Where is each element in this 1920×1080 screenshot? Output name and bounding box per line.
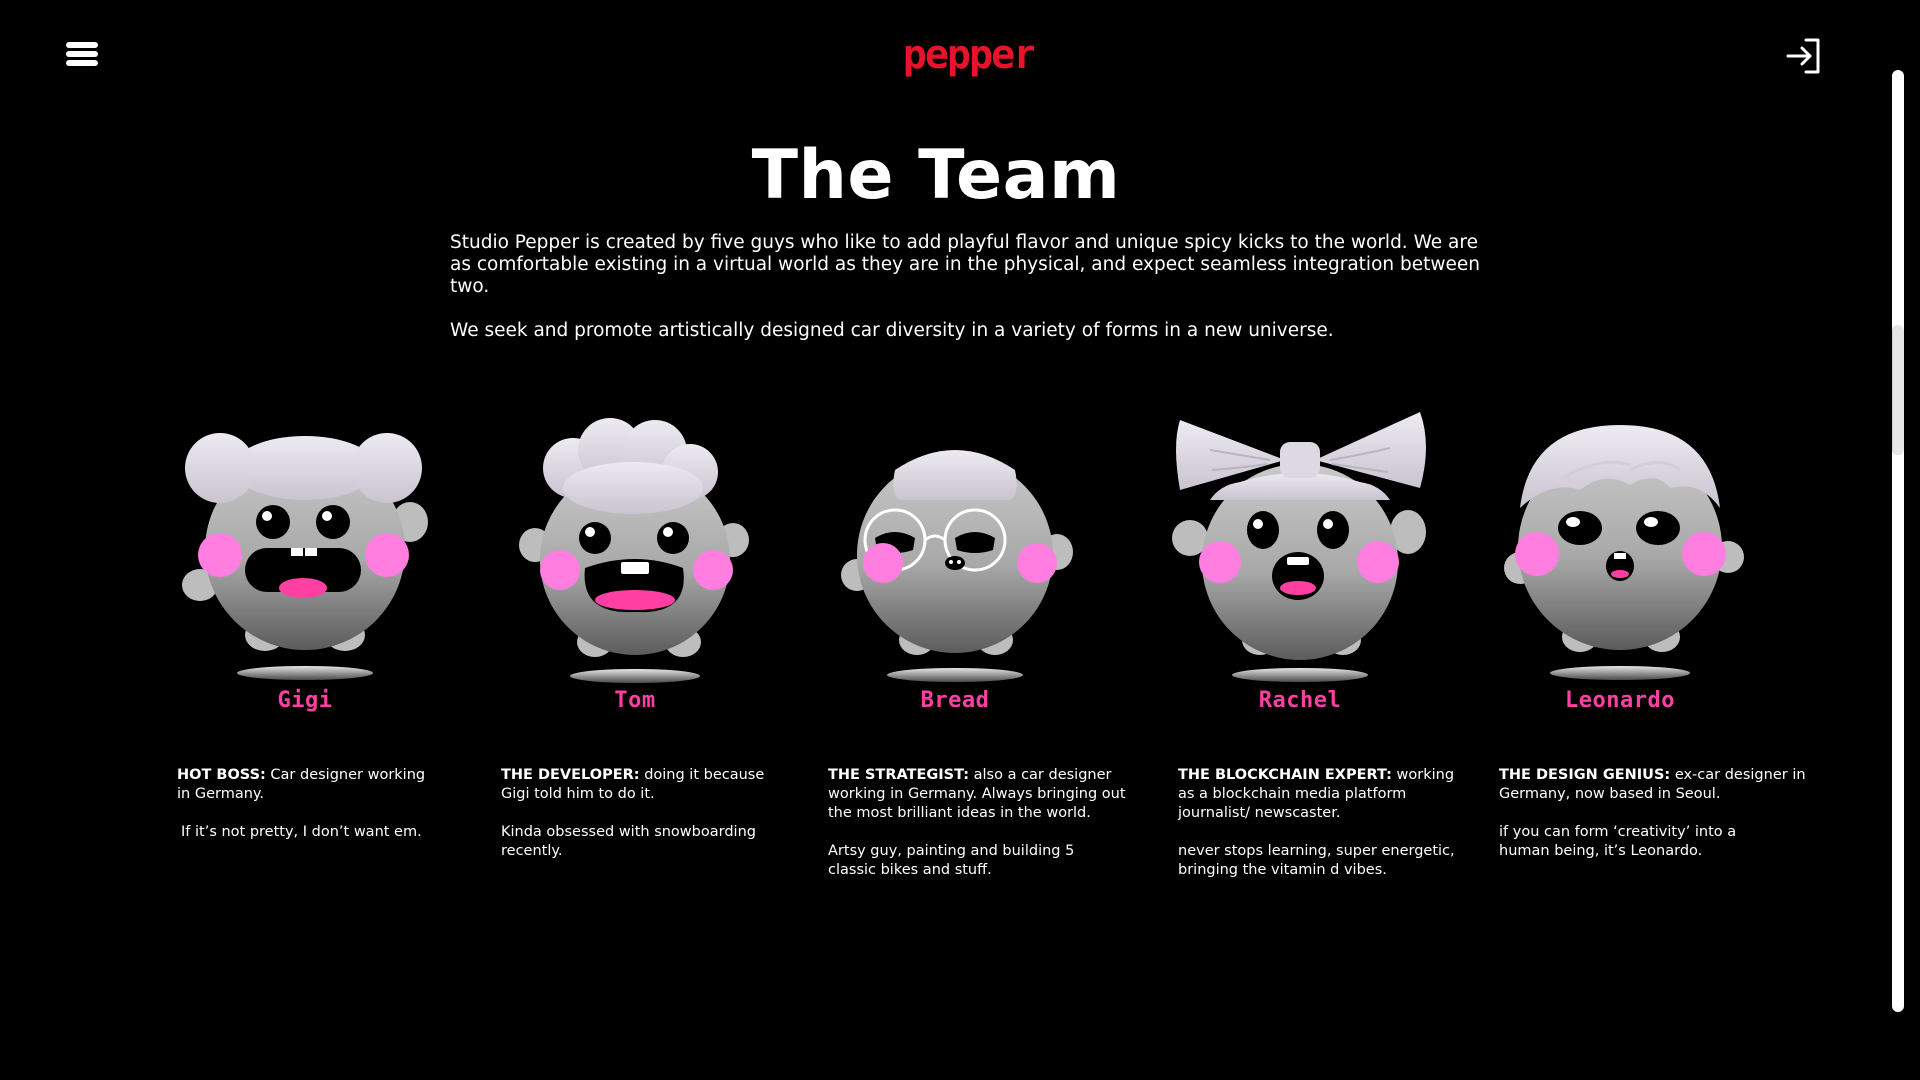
bio-role: THE DEVELOPER:: [501, 767, 640, 783]
member-name: Rachel: [1258, 688, 1342, 713]
member-name: Gigi: [277, 688, 333, 713]
member-name: Leonardo: [1565, 688, 1675, 713]
gigi-avatar: [182, 433, 428, 680]
page-title: The Team: [751, 136, 1121, 215]
bio-extra: if you can form ‘creativity’ into a huma…: [1499, 824, 1737, 859]
bio-extra: Kinda obsessed with snowboarding recentl…: [501, 824, 756, 859]
bio-extra: Artsy guy, painting and building 5 class…: [828, 843, 1075, 878]
rachel-avatar: [1172, 412, 1426, 682]
bio-leonardo: THE DESIGN GENIUS: ex-car designer in Ge…: [1499, 766, 1811, 861]
bio-role: THE STRATEGIST:: [828, 767, 970, 783]
scrollbar-track[interactable]: [1892, 70, 1904, 1012]
intro-text: Studio Pepper is created by five guys wh…: [450, 232, 1490, 342]
bio-tom: THE DEVELOPER: doing it because Gigi tol…: [501, 766, 786, 861]
bio-role: THE DESIGN GENIUS:: [1499, 767, 1671, 783]
bio-extra: never stops learning, super energetic, b…: [1178, 843, 1455, 878]
bio-role: HOT BOSS:: [177, 767, 266, 783]
bio-bread: THE STRATEGIST: also a car designer work…: [828, 766, 1146, 880]
bio-gigi: HOT BOSS: Car designer working in German…: [177, 766, 437, 842]
bio-rachel: THE BLOCKCHAIN EXPERT: working as a bloc…: [1178, 766, 1474, 880]
member-name: Tom: [614, 688, 656, 713]
logo-text: pepper: [904, 32, 1034, 78]
leonardo-avatar: [1504, 425, 1744, 680]
pepper-logo[interactable]: pepper: [903, 30, 1038, 86]
intro-paragraph-2: We seek and promote artistically designe…: [450, 320, 1334, 341]
bio-role: THE BLOCKCHAIN EXPERT:: [1178, 767, 1392, 783]
menu-icon[interactable]: [66, 40, 102, 74]
member-name: Bread: [920, 688, 990, 713]
bio-extra: If it’s not pretty, I don’t want em.: [181, 824, 422, 840]
bread-avatar: [841, 450, 1073, 682]
intro-paragraph-1: Studio Pepper is created by five guys wh…: [450, 232, 1480, 297]
login-icon[interactable]: [1784, 36, 1824, 76]
scrollbar-thumb[interactable]: [1892, 325, 1904, 455]
tom-avatar: [519, 418, 749, 683]
